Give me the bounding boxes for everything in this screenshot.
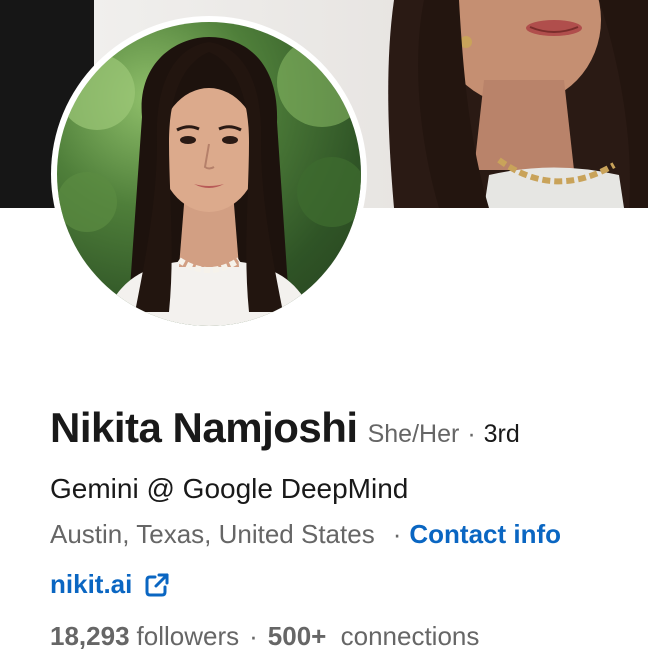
website-link[interactable]: nikit.ai: [50, 569, 132, 600]
stats-separator: ·: [249, 621, 258, 651]
connection-degree: 3rd: [483, 420, 520, 448]
pronouns: She/Her: [367, 420, 460, 448]
connections-link[interactable]: 500+ connections: [268, 621, 480, 652]
profile-photo-portrait: [57, 37, 361, 326]
external-link-icon[interactable]: [144, 572, 170, 598]
profile-location: Austin, Texas, United States: [50, 519, 375, 549]
location-row: Austin, Texas, United States · Contact i…: [50, 519, 561, 550]
contact-info-link[interactable]: Contact info: [409, 519, 561, 550]
degree-separator: ·: [467, 420, 476, 448]
location-separator: ·: [392, 519, 402, 549]
profile-name: Nikita Namjoshi: [50, 404, 358, 451]
profile-card: Nikita Namjoshi She/Her · 3rd Gemini @ G…: [0, 0, 648, 670]
followers-label: followers: [136, 621, 240, 651]
profile-photo[interactable]: [51, 16, 367, 332]
profile-headline: Gemini @ Google DeepMind: [50, 473, 409, 504]
connections-label: connections: [340, 621, 480, 651]
connections-count: 500+: [267, 621, 327, 651]
network-stats: 18,293 followers · 500+ connections: [50, 621, 479, 652]
followers-count: 18,293: [50, 621, 130, 651]
website-row: nikit.ai: [50, 569, 170, 600]
name-row: Nikita Namjoshi She/Her · 3rd: [50, 404, 520, 452]
profile-photo-image: [57, 22, 361, 326]
